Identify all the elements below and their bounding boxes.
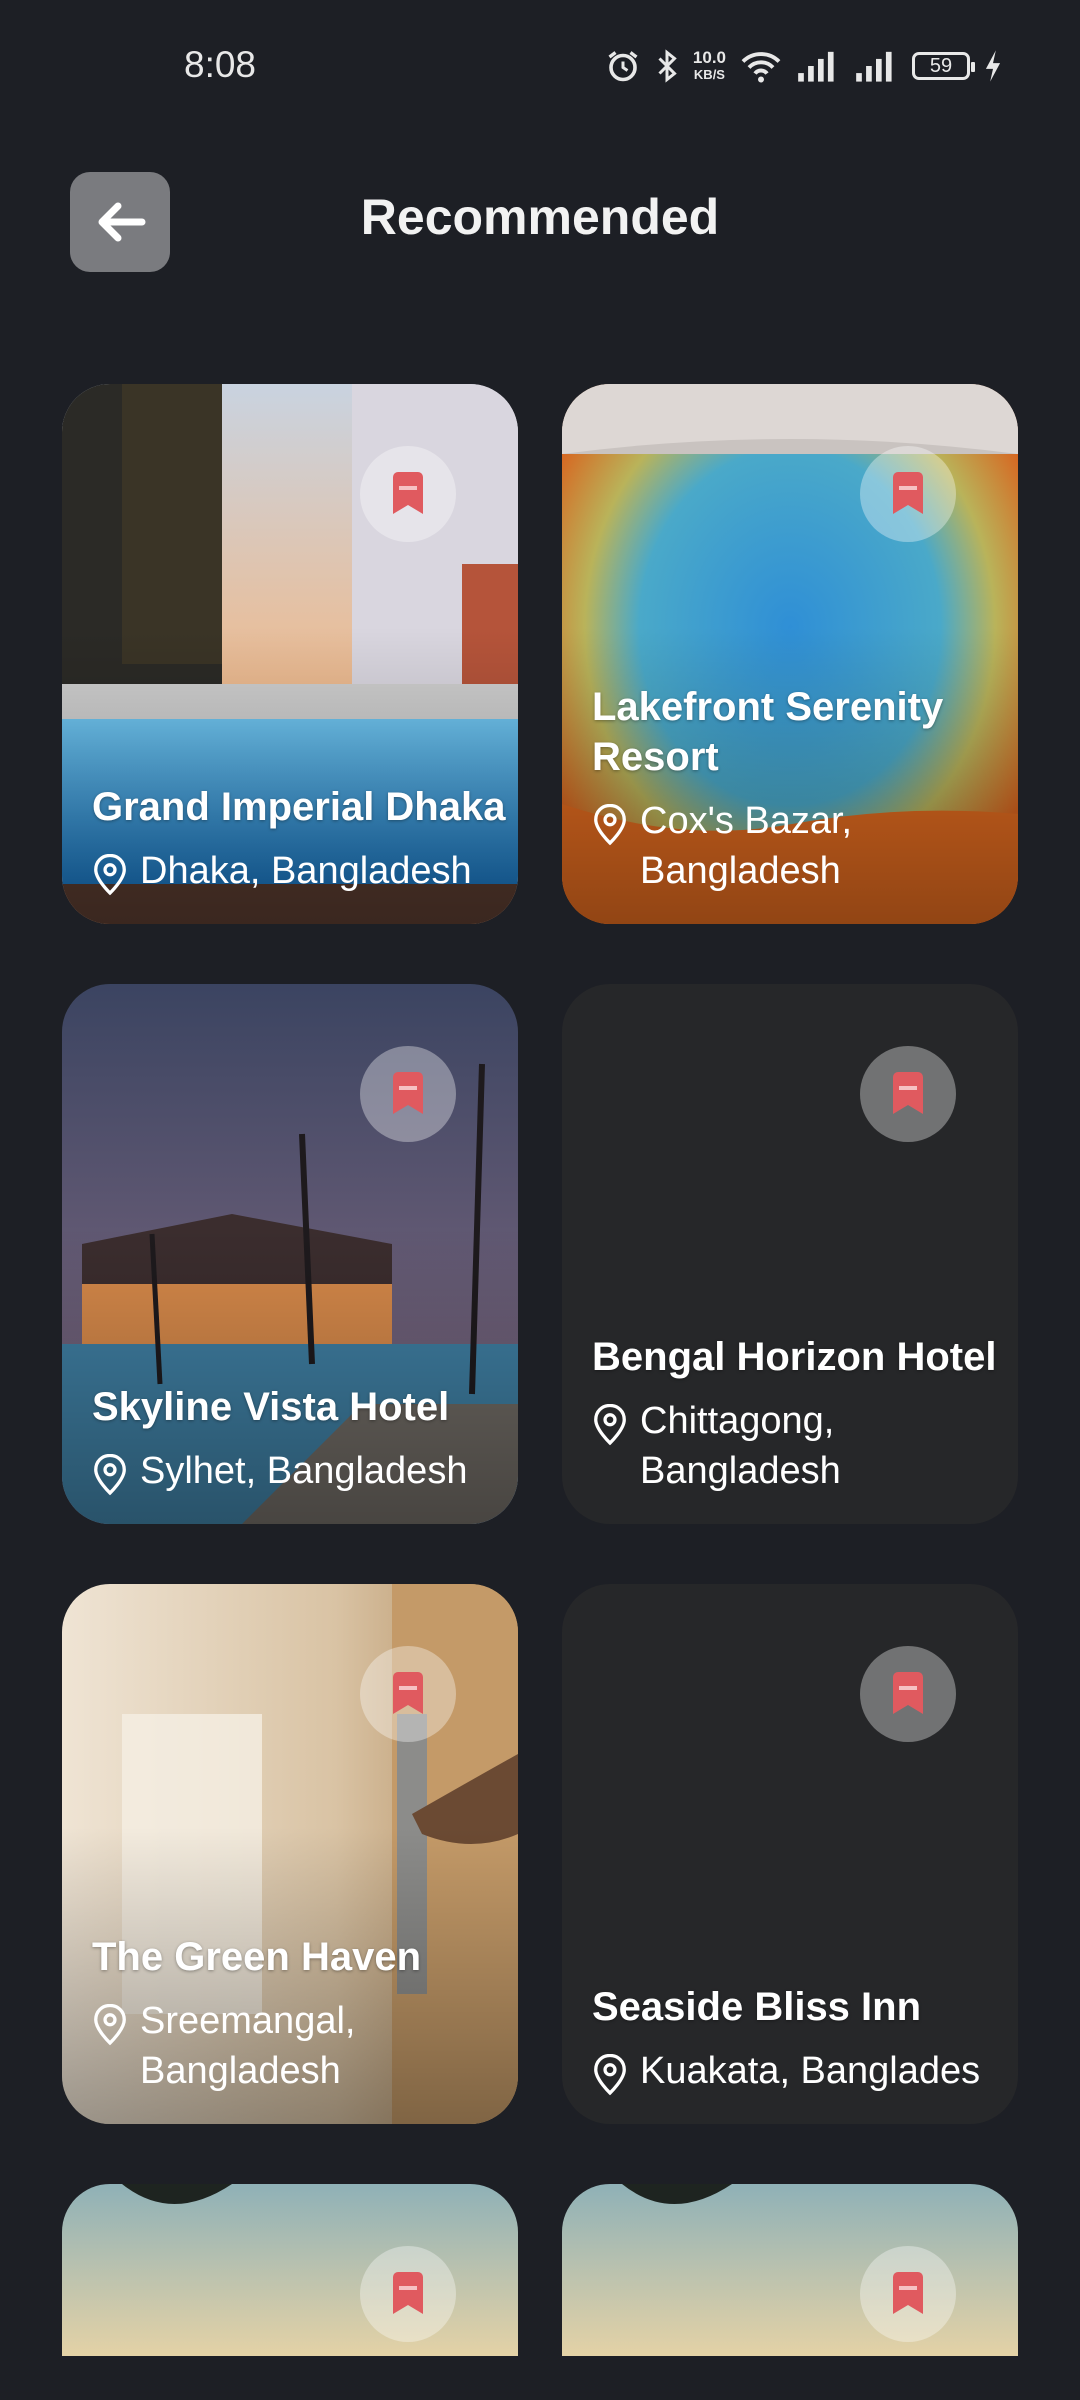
hotel-info: Grand Imperial Dhaka Dhaka, Bangladesh: [92, 782, 518, 896]
hotel-location: Dhaka, Bangladesh: [92, 846, 518, 896]
bookmark-icon: [393, 1672, 423, 1714]
hotel-card[interactable]: Skyline Vista Hotel Sylhet, Bangladesh: [62, 984, 518, 1524]
location-pin-icon: [594, 2054, 626, 2096]
hotel-location: Sylhet, Bangladesh: [92, 1446, 518, 1496]
bookmark-icon: [893, 2272, 923, 2314]
location-pin-icon: [94, 2004, 126, 2046]
signal-icon: [798, 51, 834, 82]
bookmark-icon: [893, 1072, 923, 1114]
hotel-name: Skyline Vista Hotel: [92, 1385, 450, 1429]
hotel-location: Kuakata, Banglades: [592, 2046, 1018, 2096]
network-speed-value: 10.0: [692, 48, 726, 67]
status-bar: 8:08 10.0 KB/S 59: [0, 0, 1080, 120]
hotel-card[interactable]: Bengal Horizon Hotel Chittagong, Banglad…: [562, 984, 1018, 1524]
network-speed: 10.0 KB/S: [693, 49, 726, 83]
location-pin-icon: [594, 804, 626, 846]
bookmark-icon: [393, 2272, 423, 2314]
hotel-card[interactable]: The Green Haven Sreemangal, Bangladesh: [62, 1584, 518, 2124]
hotel-info: Bengal Horizon Hotel Chittagong, Banglad…: [592, 1332, 1018, 1496]
hotel-card[interactable]: Grand Imperial Dhaka Dhaka, Bangladesh: [62, 384, 518, 924]
hotel-card[interactable]: [62, 2184, 518, 2356]
battery-icon: 59: [912, 52, 975, 80]
hotel-name: Bengal Horizon Hotel: [592, 1335, 997, 1379]
bookmark-button[interactable]: [360, 446, 456, 542]
bookmark-button[interactable]: [860, 2246, 956, 2342]
hotel-location: Cox's Bazar, Bangladesh: [592, 796, 1018, 896]
battery-level: 59: [929, 54, 953, 77]
wifi-icon: [741, 52, 781, 83]
hotel-location-text: Sreemangal, Bangladesh: [140, 2000, 356, 2092]
location-pin-icon: [94, 1454, 126, 1496]
hotel-name: Seaside Bliss Inn: [592, 1985, 922, 2029]
location-pin-icon: [94, 854, 126, 896]
hotel-info: Seaside Bliss Inn Kuakata, Banglades: [592, 1982, 1018, 2096]
hotel-name: The Green Haven: [92, 1935, 422, 1979]
hotel-location-text: Sylhet, Bangladesh: [140, 1450, 468, 1492]
status-time: 8:08: [184, 44, 257, 85]
hotel-location: Chittagong, Bangladesh: [592, 1396, 1018, 1496]
bookmark-button[interactable]: [360, 2246, 456, 2342]
hotel-location: Sreemangal, Bangladesh: [92, 1996, 518, 2096]
hotel-card[interactable]: Seaside Bliss Inn Kuakata, Banglades: [562, 1584, 1018, 2124]
bookmark-button[interactable]: [360, 1646, 456, 1742]
bluetooth-icon: [658, 49, 677, 83]
hotel-name: Grand Imperial Dhaka: [92, 785, 506, 829]
hotel-location-text: Kuakata, Banglades: [640, 2050, 981, 2092]
hotel-name: Lakefront Serenity Resort: [592, 685, 944, 779]
hotel-info: Lakefront Serenity Resort Cox's Bazar, B…: [592, 682, 1018, 896]
bookmark-icon: [393, 1072, 423, 1114]
hotel-card[interactable]: Lakefront Serenity Resort Cox's Bazar, B…: [562, 384, 1018, 924]
hotel-info: Skyline Vista Hotel Sylhet, Bangladesh: [92, 1382, 518, 1496]
bookmark-button[interactable]: [860, 1646, 956, 1742]
signal-icon-2: [856, 51, 892, 82]
bookmark-button[interactable]: [860, 1046, 956, 1142]
hotel-card[interactable]: [562, 2184, 1018, 2356]
location-pin-icon: [594, 1404, 626, 1446]
bookmark-icon: [893, 472, 923, 514]
hotel-location-text: Cox's Bazar, Bangladesh: [640, 800, 853, 892]
page-title: Recommended: [360, 189, 720, 245]
bookmark-button[interactable]: [360, 1046, 456, 1142]
charging-icon: [985, 50, 1001, 82]
status-icons: 10.0 KB/S 59: [605, 44, 1002, 88]
hotel-location-text: Dhaka, Bangladesh: [140, 850, 472, 892]
bookmark-button[interactable]: [860, 446, 956, 542]
alarm-icon: [608, 51, 638, 82]
bookmark-icon: [893, 1672, 923, 1714]
hotel-info: The Green Haven Sreemangal, Bangladesh: [92, 1932, 518, 2096]
bookmark-icon: [393, 472, 423, 514]
network-speed-unit: KB/S: [693, 67, 725, 82]
hotel-location-text: Chittagong, Bangladesh: [640, 1400, 841, 1492]
